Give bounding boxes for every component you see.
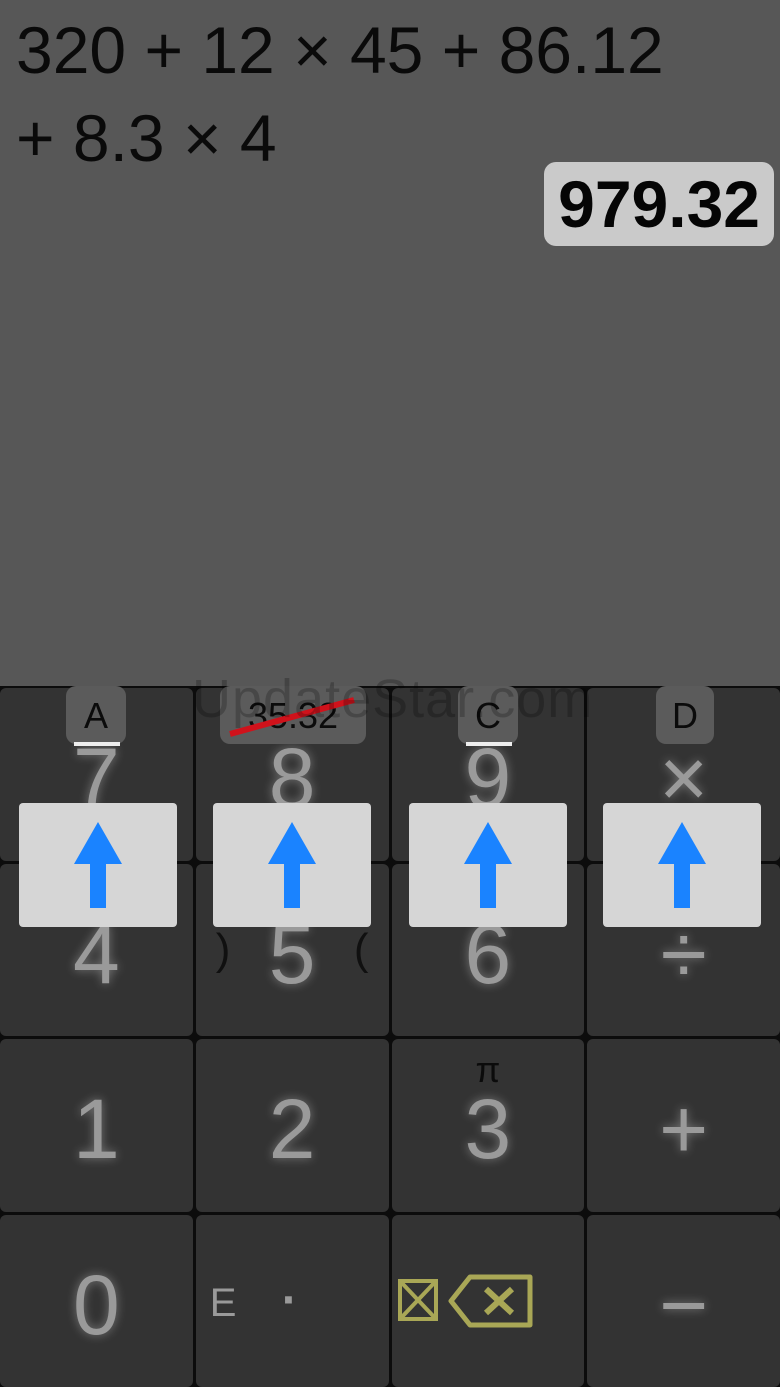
up-arrow-icon [74,822,122,908]
backspace-icon[interactable] [448,1273,534,1329]
key-delete[interactable] [391,1214,585,1387]
store-b-button[interactable] [213,803,371,927]
key-plus-label: + [659,1082,709,1177]
expression-text: 320 + 12 × 45 + 86.12 + 8.3 × 4 [16,13,664,175]
store-c-button[interactable] [409,803,567,927]
key-0-label: 0 [73,1257,120,1352]
keypad: 7 8 9 × 4 ) 5 ( 6 ÷ 1 2 π 3 + 0 E · − [0,686,780,1387]
key-1[interactable]: 1 [0,1039,193,1212]
exponent-label: E [209,1280,237,1325]
key-3-label: 3 [464,1082,512,1177]
up-arrow-icon [464,822,512,908]
key-minus[interactable]: − [587,1214,780,1387]
paren-open-label: ( [353,924,369,974]
memory-c-underline [466,742,512,746]
key-minus-label: − [659,1257,709,1352]
memory-a-label[interactable]: A [66,686,126,744]
memory-b-value[interactable]: 35.32 [220,686,366,744]
result-value[interactable]: 979.32 [544,162,774,246]
memory-a-underline [74,742,120,746]
display-area: 320 + 12 × 45 + 86.12 + 8.3 × 4 979.32 [0,0,780,686]
key-2[interactable]: 2 [195,1039,389,1212]
store-d-button[interactable] [603,803,761,927]
up-arrow-icon [658,822,706,908]
up-arrow-icon [268,822,316,908]
decimal-label: · [281,1273,298,1327]
strikethrough-icon [229,697,355,737]
key-2-label: 2 [268,1082,316,1177]
key-exponent-decimal[interactable]: E · [195,1214,389,1387]
key-0[interactable]: 0 [0,1214,193,1387]
key-plus[interactable]: + [587,1039,780,1212]
memory-c-label[interactable]: C [458,686,518,744]
memory-d-label[interactable]: D [656,686,714,744]
key-3[interactable]: π 3 [391,1039,585,1212]
clear-all-icon[interactable] [397,1277,438,1323]
key-1-label: 1 [73,1082,120,1177]
store-a-button[interactable] [19,803,177,927]
